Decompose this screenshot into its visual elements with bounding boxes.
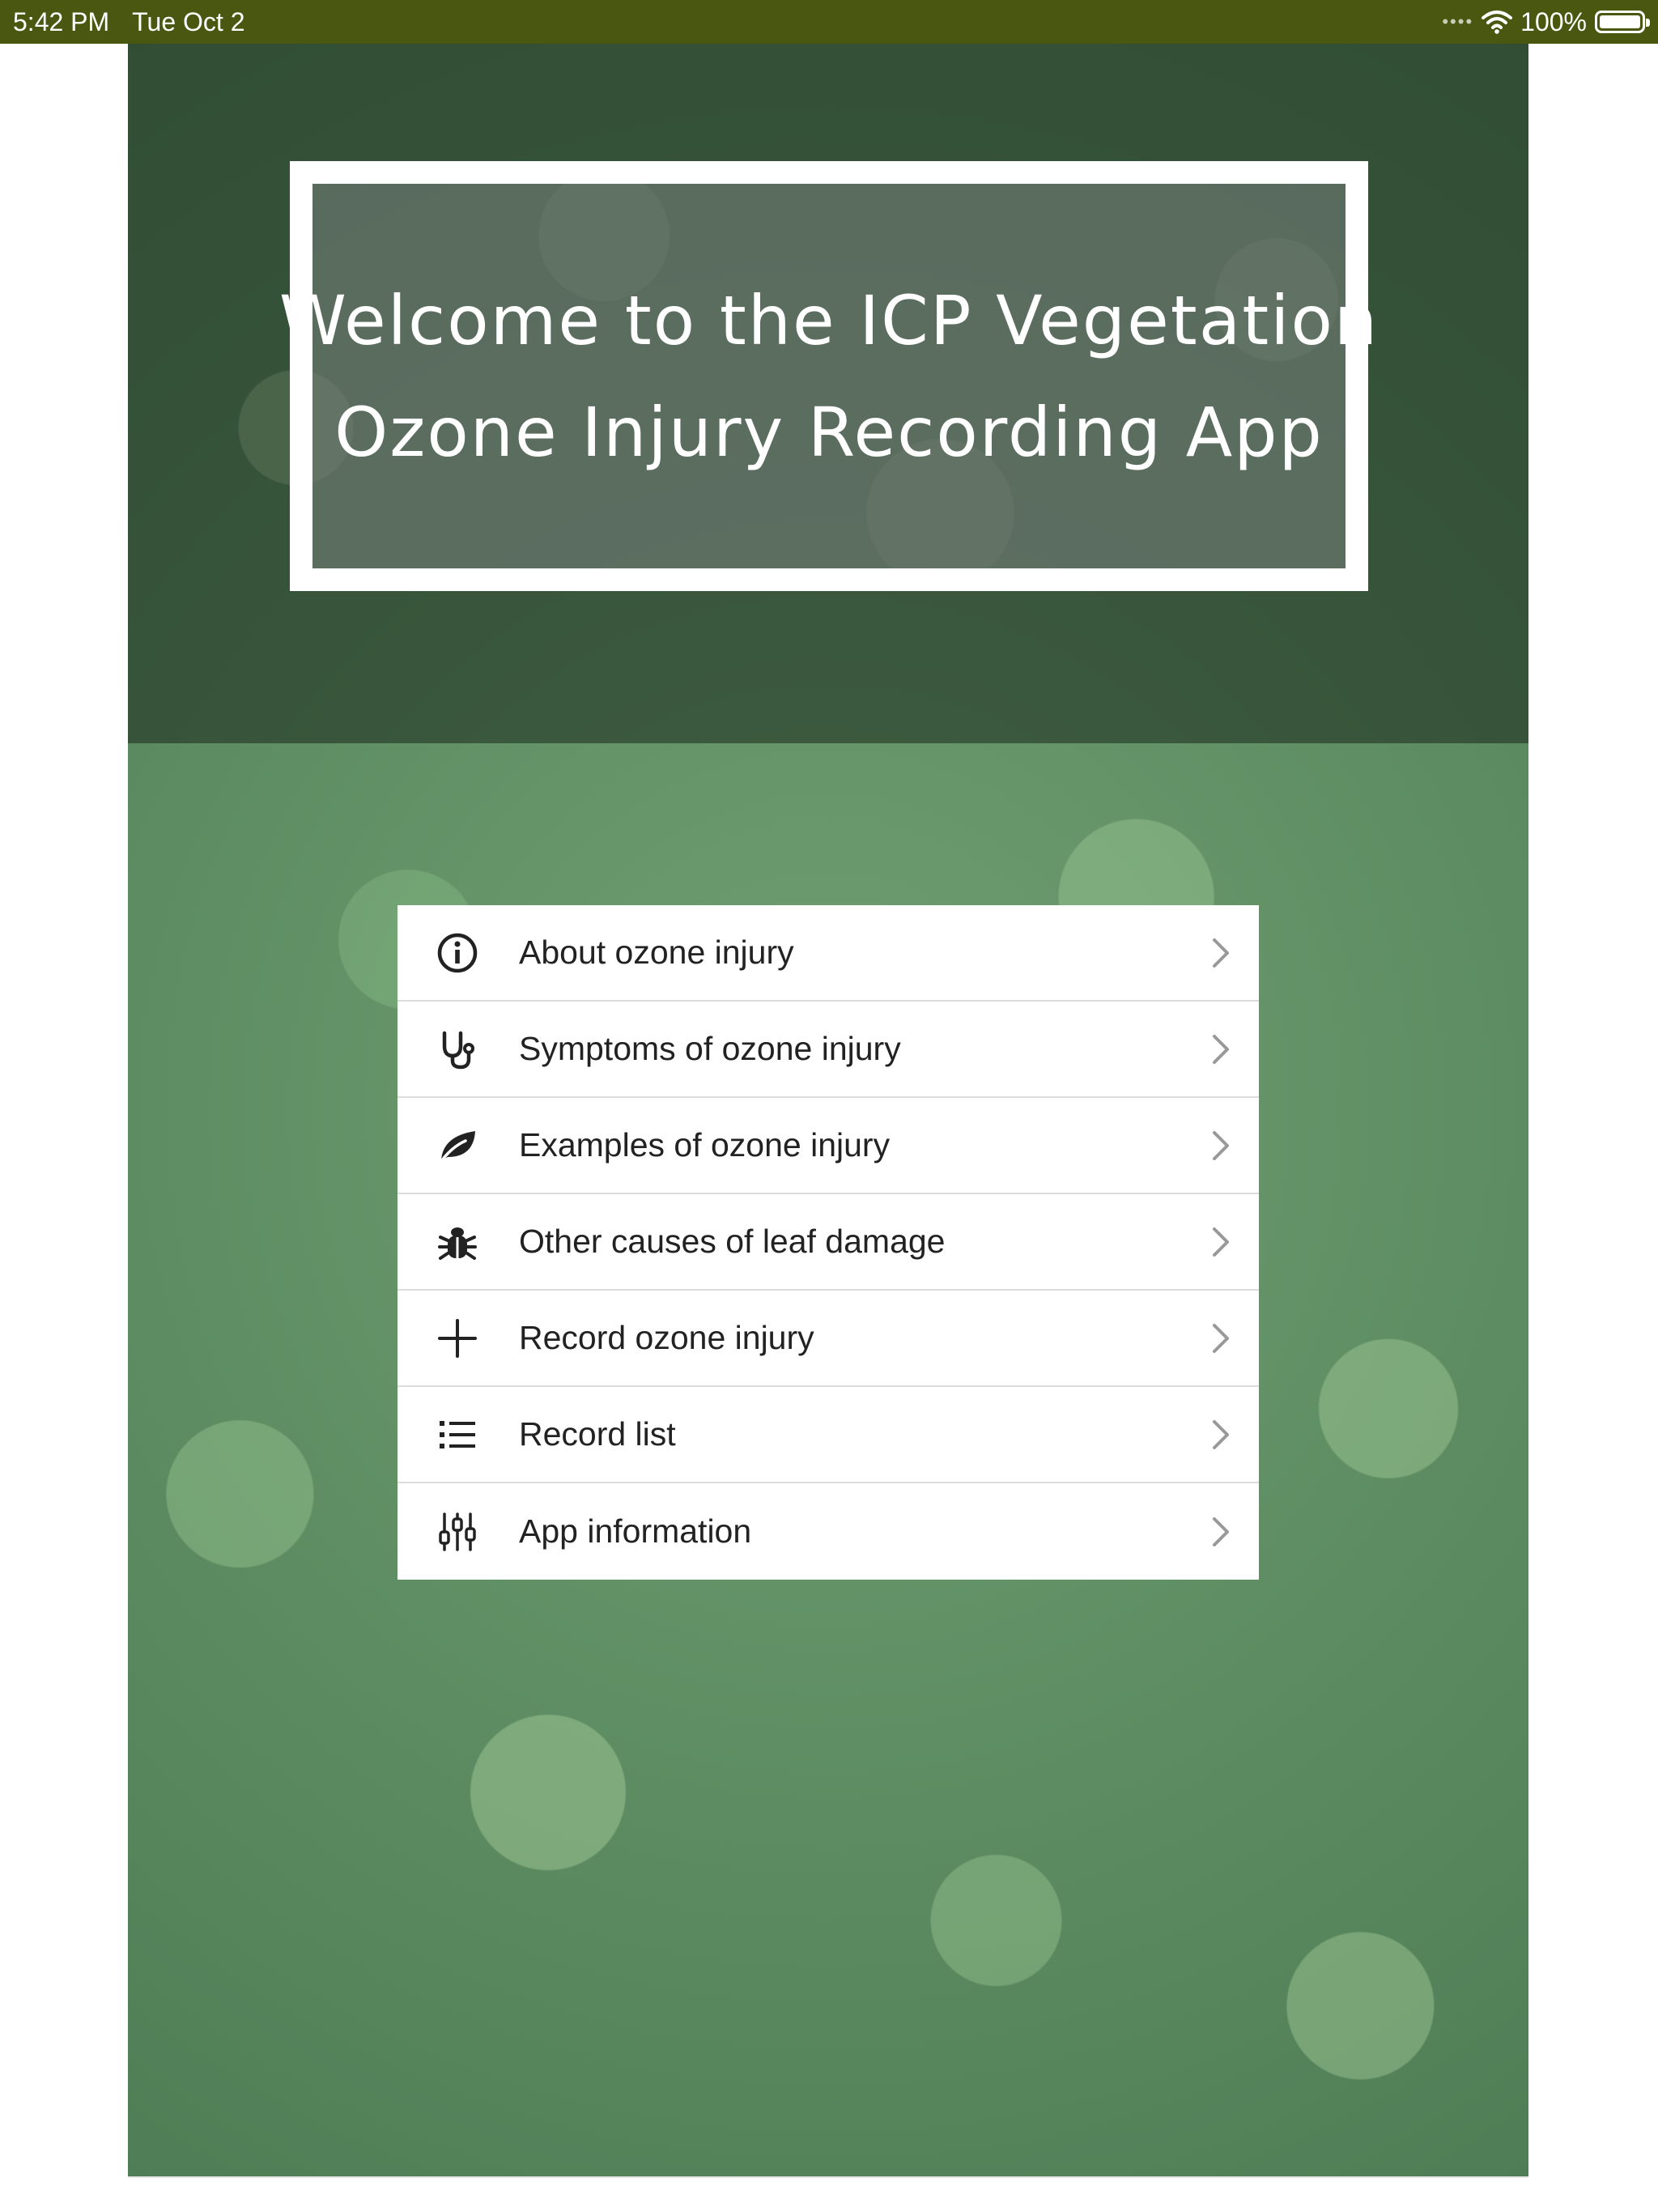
menu-item-label: About ozone injury <box>519 934 794 971</box>
menu-item-other-causes-of-leaf-damage[interactable]: Other causes of leaf damage <box>397 1194 1259 1291</box>
battery-percentage: 100% <box>1520 7 1587 36</box>
stethoscope-icon <box>433 1025 482 1074</box>
info-circle-icon <box>433 929 482 977</box>
menu-item-label: Record list <box>519 1415 676 1453</box>
wifi-icon <box>1482 11 1513 34</box>
chevron-right-icon <box>1213 938 1229 968</box>
sliders-icon <box>433 1508 482 1556</box>
welcome-title-box: Welcome to the ICP Vegetation Ozone Inju… <box>279 161 1377 591</box>
menu-item-label: Other causes of leaf damage <box>519 1223 946 1260</box>
list-icon <box>433 1410 482 1459</box>
home-screen: Welcome to the ICP Vegetation Ozone Inju… <box>128 44 1528 2176</box>
chevron-right-icon <box>1213 1323 1229 1353</box>
signal-icon: •••• <box>1442 11 1474 32</box>
battery-icon <box>1595 11 1650 33</box>
menu-item-symptoms-of-ozone-injury[interactable]: Symptoms of ozone injury <box>397 1002 1259 1098</box>
menu-item-label: Record ozone injury <box>519 1319 814 1356</box>
menu-item-record-list[interactable]: Record list <box>397 1387 1259 1483</box>
chevron-right-icon <box>1213 1227 1229 1257</box>
chevron-right-icon <box>1213 1516 1229 1546</box>
welcome-title-line-2: Ozone Injury Recording App <box>334 392 1324 472</box>
bottom-bar <box>128 2176 1528 2212</box>
menu-item-label: Examples of ozone injury <box>519 1126 891 1163</box>
leaf-icon <box>433 1121 482 1170</box>
chevron-right-icon <box>1213 1419 1229 1449</box>
chevron-right-icon <box>1213 1034 1229 1064</box>
menu-item-app-information[interactable]: App information <box>397 1483 1259 1580</box>
status-time: 5:42 PM <box>13 7 110 36</box>
menu-item-label: Symptoms of ozone injury <box>519 1030 901 1067</box>
chevron-right-icon <box>1213 1130 1229 1160</box>
menu-item-label: App information <box>519 1512 752 1550</box>
bug-icon <box>433 1218 482 1266</box>
battery-level <box>1600 15 1640 28</box>
menu-item-about-ozone-injury[interactable]: About ozone injury <box>397 905 1259 1002</box>
main-menu: About ozone injury Symptoms of ozone inj… <box>397 905 1259 1580</box>
status-date: Tue Oct 2 <box>132 7 245 36</box>
menu-item-record-ozone-injury[interactable]: Record ozone injury <box>397 1291 1259 1387</box>
status-bar: 5:42 PM Tue Oct 2 •••• 100% <box>0 0 1658 44</box>
plus-icon <box>433 1314 482 1363</box>
welcome-title-line-1: Welcome to the ICP Vegetation <box>278 280 1380 360</box>
menu-item-examples-of-ozone-injury[interactable]: Examples of ozone injury <box>397 1098 1259 1194</box>
